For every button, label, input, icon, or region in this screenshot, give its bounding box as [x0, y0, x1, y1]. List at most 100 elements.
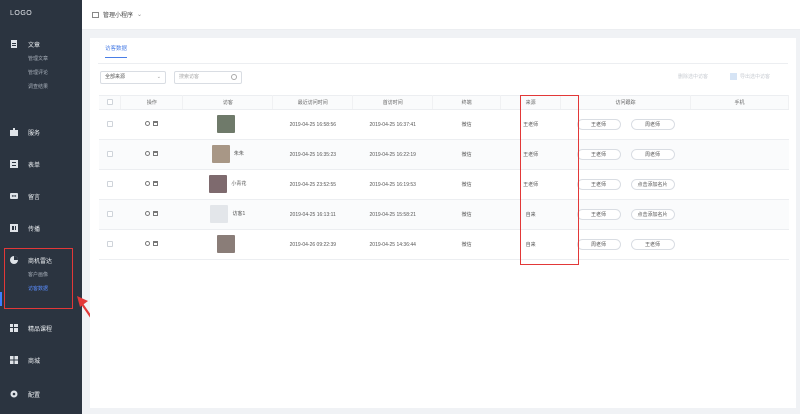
row-checkbox[interactable] — [99, 199, 121, 230]
sidebar-item-share[interactable]: 传播 — [0, 220, 82, 236]
search-icon[interactable] — [145, 151, 151, 156]
sidebar-group-courses: 精品课程 — [0, 320, 82, 336]
grid-icon — [10, 356, 18, 364]
search-icon — [231, 74, 237, 80]
table-header-row: 操作 访客 最近访问时间 首访时间 终端 来源 访问跟踪 手机 — [99, 95, 789, 110]
sidebar-item-label: 商城 — [28, 358, 41, 365]
sidebar: LOGO 文章 管理文章 管理评论 调查结果 服务 表单 留言 传播 商机雷达 … — [0, 0, 82, 414]
row-checkbox[interactable] — [99, 229, 121, 260]
sidebar-subitem-manage-articles[interactable]: 管理文章 — [0, 52, 82, 66]
trash-icon[interactable] — [153, 241, 159, 246]
active-indicator — [0, 292, 2, 306]
table-row: 小青花 2019-04-25 23:52:55 2019-04-25 16:19… — [99, 169, 789, 200]
sidebar-subitem-manage-comments[interactable]: 管理评论 — [0, 66, 82, 80]
last-visit: 2019-04-25 23:52:55 — [272, 169, 353, 200]
sidebar-item-label: 文章 — [28, 42, 41, 49]
sidebar-item-label: 服务 — [28, 130, 41, 137]
search-icon[interactable] — [145, 211, 151, 216]
sidebar-group-service: 服务 — [0, 124, 82, 140]
sidebar-item-messages[interactable]: 留言 — [0, 188, 82, 204]
sidebar-group-mall: 商城 — [0, 352, 82, 368]
message-icon — [10, 192, 18, 200]
row-checkbox[interactable] — [99, 139, 121, 170]
row-checkbox[interactable] — [99, 169, 121, 200]
sidebar-item-articles[interactable]: 文章 — [0, 36, 82, 52]
track-button[interactable]: 周老师 — [630, 119, 675, 130]
share-icon — [10, 224, 18, 232]
chevron-down-icon: ⌄ — [137, 12, 143, 18]
briefcase-icon — [10, 128, 18, 136]
source-select[interactable]: 全部来源 ⌄ — [100, 71, 166, 84]
first-visit: 2019-04-25 14:36:44 — [352, 229, 433, 260]
track-button[interactable]: 王老师 — [576, 209, 621, 220]
table-row: 2019-04-25 16:58:56 2019-04-25 16:37:41 … — [99, 109, 789, 140]
terminal: 微信 — [432, 109, 501, 140]
search-icon[interactable] — [145, 181, 151, 186]
sidebar-item-mall[interactable]: 商城 — [0, 352, 82, 368]
delete-selected-button[interactable]: 删除选中访客 — [678, 71, 708, 84]
col-header: 操作 — [120, 95, 184, 110]
last-visit: 2019-04-25 16:13:11 — [272, 199, 353, 230]
terminal: 微信 — [432, 169, 501, 200]
search-icon[interactable] — [145, 121, 151, 126]
highlight-box-sidebar — [4, 248, 73, 309]
track-button[interactable]: 王老师 — [576, 179, 621, 190]
avatar — [211, 144, 230, 163]
sidebar-item-courses[interactable]: 精品课程 — [0, 320, 82, 336]
search-placeholder: 搜索访客 — [179, 74, 200, 80]
search-icon[interactable] — [145, 241, 151, 246]
last-visit: 2019-04-25 16:35:23 — [272, 139, 353, 170]
chevron-down-icon: ⌄ — [156, 74, 161, 80]
tab-divider — [98, 63, 788, 64]
search-input[interactable]: 搜索访客 — [174, 71, 242, 84]
tab-visitor-data[interactable]: 访客数据 — [105, 44, 128, 58]
avatar — [216, 234, 235, 253]
export-selected-button[interactable]: 导出选中访客 — [730, 71, 770, 84]
col-header: 访问跟踪 — [560, 95, 692, 110]
col-header: 最近访问时间 — [272, 95, 354, 110]
last-visit: 2019-04-26 09:22:39 — [272, 229, 353, 260]
sidebar-item-service[interactable]: 服务 — [0, 124, 82, 140]
row-checkbox[interactable] — [99, 109, 121, 140]
breadcrumb[interactable]: 管理小程序 ⌄ — [92, 10, 142, 19]
first-visit: 2019-04-25 16:22:19 — [352, 139, 433, 170]
sidebar-item-forms[interactable]: 表单 — [0, 156, 82, 172]
header-select-all[interactable] — [99, 95, 122, 110]
trash-icon[interactable] — [153, 181, 159, 186]
sidebar-group-articles: 文章 管理文章 管理评论 调查结果 — [0, 36, 82, 94]
main-panel: 访客数据 全部来源 ⌄ 搜索访客 删除选中访客 导出选中访客 操作 访客 最近访… — [90, 38, 796, 408]
phone — [690, 169, 789, 200]
sidebar-subitem-survey-results[interactable]: 调查结果 — [0, 80, 82, 94]
first-visit: 2019-04-25 16:19:53 — [352, 169, 433, 200]
trash-icon[interactable] — [153, 151, 159, 156]
sidebar-item-label: 精品课程 — [28, 326, 53, 333]
sidebar-item-label: 配置 — [28, 392, 41, 399]
sidebar-item-label: 留言 — [28, 194, 41, 201]
track-button[interactable]: 周老师 — [630, 149, 675, 160]
sidebar-group-config: 配置 — [0, 386, 82, 402]
sidebar-item-label: 表单 — [28, 162, 41, 169]
track-button[interactable]: 周老师 — [576, 239, 621, 250]
source-select-value: 全部来源 — [105, 74, 126, 80]
phone — [690, 229, 789, 260]
visitor-name: 朱朱 — [233, 151, 244, 157]
sidebar-item-config[interactable]: 配置 — [0, 386, 82, 402]
sidebar-item-label: 传播 — [28, 226, 41, 233]
visitor-name: 访客1 — [232, 211, 246, 217]
track-button[interactable]: 王老师 — [576, 149, 621, 160]
col-header: 手机 — [690, 95, 789, 110]
top-header: 管理小程序 ⌄ — [82, 0, 800, 30]
trash-icon[interactable] — [153, 211, 159, 216]
form-icon — [10, 160, 18, 168]
col-header: 访客 — [182, 95, 274, 110]
table-row: 访客1 2019-04-25 16:13:11 2019-04-25 15:58… — [99, 199, 789, 230]
trash-icon[interactable] — [153, 121, 159, 126]
sidebar-group-messages: 留言 — [0, 188, 82, 204]
track-button[interactable]: 王老师 — [576, 119, 621, 130]
sidebar-group-forms: 表单 — [0, 156, 82, 172]
course-icon — [10, 324, 18, 332]
add-card-button[interactable]: 点击添加名片 — [630, 209, 675, 220]
add-card-button[interactable]: 点击添加名片 — [630, 179, 675, 190]
table-row: 2019-04-26 09:22:39 2019-04-25 14:36:44 … — [99, 229, 789, 260]
track-button[interactable]: 王老师 — [630, 239, 675, 250]
